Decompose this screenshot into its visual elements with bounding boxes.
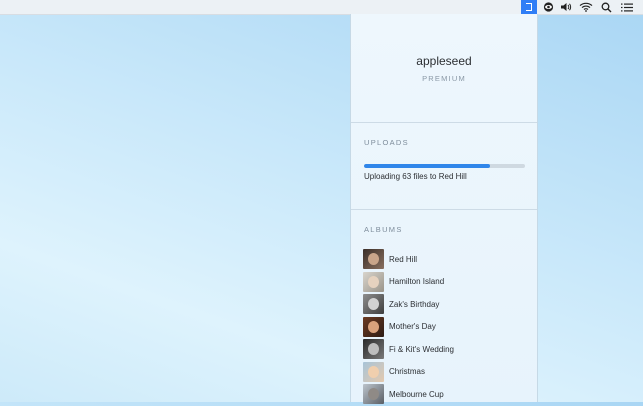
- album-label: Melbourne Cup: [389, 389, 444, 399]
- album-label: Zak's Birthday: [389, 299, 440, 309]
- wifi-icon[interactable]: [578, 0, 594, 14]
- album-thumbnail: [363, 249, 384, 270]
- album-label: Christmas: [389, 367, 426, 377]
- album-thumbnail: [363, 339, 384, 360]
- search-icon[interactable]: [599, 0, 613, 14]
- list-icon[interactable]: [619, 0, 635, 14]
- volume-icon[interactable]: [559, 0, 573, 14]
- eye-icon[interactable]: [540, 0, 556, 14]
- account-section: appleseed PREMIUM: [351, 14, 537, 123]
- album-item[interactable]: Zak's Birthday: [363, 293, 533, 316]
- account-name: appleseed: [416, 54, 472, 68]
- album-item[interactable]: Hamilton Island: [363, 271, 533, 294]
- album-label: Mother's Day: [389, 322, 436, 332]
- menu-bar: [0, 0, 643, 15]
- album-thumbnail: [363, 316, 384, 337]
- album-thumbnail: [363, 361, 384, 382]
- album-thumbnail: [363, 271, 384, 292]
- album-thumbnail: [363, 384, 384, 405]
- uploads-title: UPLOADS: [364, 138, 409, 147]
- album-item[interactable]: Red Hill: [363, 248, 533, 271]
- uploads-section: UPLOADS Uploading 63 files to Red Hill: [351, 122, 537, 210]
- album-item[interactable]: Mother's Day: [363, 316, 533, 339]
- album-label: Red Hill: [389, 254, 418, 264]
- upload-progress-fill: [364, 164, 490, 168]
- albums-title: ALBUMS: [364, 225, 403, 234]
- album-item[interactable]: Fi & Kit's Wedding: [363, 338, 533, 361]
- albums-section: ALBUMS Red Hill Hamilton Island Zak's Bi…: [351, 210, 537, 405]
- app-menu-icon[interactable]: [521, 0, 537, 14]
- album-label: Fi & Kit's Wedding: [389, 344, 454, 354]
- dropdown-panel: appleseed PREMIUM UPLOADS Uploading 63 f…: [350, 14, 538, 405]
- account-tier: PREMIUM: [422, 74, 466, 83]
- album-item[interactable]: Christmas: [363, 361, 533, 384]
- album-label: Hamilton Island: [389, 277, 445, 287]
- upload-status: Uploading 63 files to Red Hill: [364, 172, 467, 181]
- album-list: Red Hill Hamilton Island Zak's Birthday …: [363, 248, 533, 406]
- album-thumbnail: [363, 294, 384, 315]
- upload-progress-bar: [364, 164, 525, 168]
- album-item[interactable]: Melbourne Cup: [363, 383, 533, 406]
